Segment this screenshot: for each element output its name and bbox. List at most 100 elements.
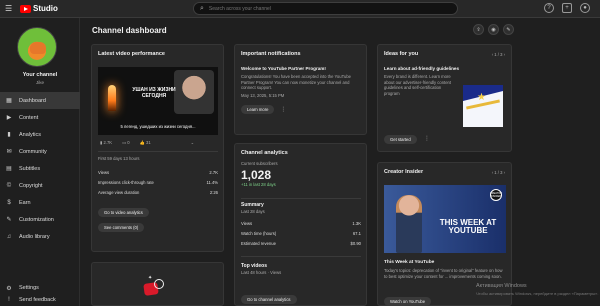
sidebar-item-audio-library[interactable]: ♫ Audio library [0, 228, 80, 245]
account-icon[interactable]: ● [580, 3, 590, 13]
period-label: First 59 days 13 hours [98, 156, 140, 161]
candle-image [108, 85, 116, 111]
dashboard-icon: ▦ [6, 98, 12, 104]
channel-handle: Jike [35, 80, 44, 85]
customization-icon: ✎ [6, 217, 12, 223]
feedback-icon: ! [8, 297, 10, 303]
sidebar-item-label: Analytics [19, 131, 42, 138]
card-title: Ideas for you [384, 51, 419, 57]
thumbnail-subtitle: 5 легенд, ушедших из жизни сегодня... [120, 124, 196, 129]
likes-stat: 👍 31 [139, 140, 151, 145]
subscribers-count: 1,028 [241, 167, 272, 182]
video-thumbnail[interactable]: УШАН ИЗ ЖИЗНИ СЕГОДНЯ 5 легенд, ушедших … [98, 67, 218, 135]
sidebar-item-settings[interactable]: ⚙ Settings [0, 282, 80, 294]
see-comments-button[interactable]: See comments (0) [98, 223, 145, 232]
card-title: Latest video performance [98, 51, 165, 57]
sidebar-item-label: Send feedback [19, 297, 56, 303]
go-live-icon[interactable]: ◉ [488, 24, 499, 35]
notifications-card: Important notifications Welcome to YouTu… [234, 44, 367, 135]
get-started-button[interactable]: Get started [384, 135, 417, 144]
upload-icon[interactable]: ⇪ [473, 24, 484, 35]
thumbs-up-icon: 👍 [139, 140, 145, 145]
chevron-down-icon[interactable]: ⌄ [191, 140, 195, 146]
page-title: Channel dashboard [92, 26, 167, 35]
sidebar-item-label: Copyright [19, 182, 43, 189]
logo-text: Studio [33, 4, 58, 13]
gear-icon: ⚙ [6, 285, 12, 292]
sidebar-item-community[interactable]: ✉ Community [0, 143, 80, 160]
analytics-icon: ▮ [7, 132, 11, 138]
sidebar-item-label: Subtitles [19, 165, 41, 172]
sidebar-item-label: Dashboard [19, 97, 46, 104]
top-videos-period: Last 48 hours · Views [241, 270, 282, 275]
creator-body: Today's topics: deprecation of "invent t… [384, 268, 503, 279]
youtube-logo-icon [20, 4, 31, 13]
latest-video-card: Latest video performance УШАН ИЗ ЖИЗНИ С… [91, 44, 224, 252]
sidebar-item-label: Earn [19, 199, 31, 206]
channel-analytics-card: Channel analytics Current subscribers 1,… [234, 143, 367, 306]
channel-name: Your channel [22, 72, 58, 78]
sidebar-item-dashboard[interactable]: ▦ Dashboard [0, 92, 80, 109]
creator-pager[interactable]: ‹ 1 / 3 › [492, 170, 505, 175]
copyright-icon: © [6, 182, 12, 189]
search-icon: ⌕ [200, 4, 204, 12]
learn-more-button[interactable]: Learn more [241, 105, 275, 114]
search-input[interactable] [208, 5, 429, 12]
creator-insider-badge: CREATOR INSIDER [490, 189, 502, 201]
creator-heading: This Week at YouTube [384, 260, 435, 265]
help-icon[interactable]: ? [544, 3, 554, 13]
sidebar-item-earn[interactable]: $ Earn [0, 194, 80, 211]
metric-row: Average view duration 2:26 [98, 190, 218, 195]
top-bar: ☰ Studio ⌕ ? + ● [0, 0, 600, 18]
more-options-icon[interactable]: ⋮ [280, 106, 286, 113]
ideas-illustration: ★ [463, 85, 503, 127]
notification-heading: Welcome to YouTube Partner Program! [241, 66, 326, 71]
bar-chart-icon: ▮ [100, 140, 103, 145]
sidebar-item-subtitles[interactable]: ▤ Subtitles [0, 160, 80, 177]
content-icon: ▶ [6, 115, 12, 121]
thumbnail-caption: УШАН ИЗ ЖИЗНИ СЕГОДНЯ [132, 87, 176, 99]
summary-row: Views 1.3K [241, 221, 361, 226]
summary-row: Estimated revenue $0.90 [241, 241, 361, 246]
sidebar-item-copyright[interactable]: © Copyright [0, 177, 80, 194]
go-to-video-analytics-button[interactable]: Go to video analytics [98, 208, 149, 217]
card-title: Channel analytics [241, 150, 288, 156]
summary-period: Last 28 days [241, 209, 265, 214]
ideas-heading: Learn about ad-friendly guidelines [384, 66, 460, 71]
notification-date: May 13, 2025, 5:15 PM [241, 92, 285, 98]
thumbnail-title: THIS WEEK AT YOUTUBE [439, 218, 497, 235]
creator-video-thumbnail[interactable]: THIS WEEK AT YOUTUBE CREATOR INSIDER [384, 185, 506, 253]
comments-stat: ▭ 0 [122, 140, 130, 145]
host-image [396, 195, 422, 253]
sidebar-item-analytics[interactable]: ▮ Analytics [0, 126, 80, 143]
metric-row: Views 2.7K [98, 170, 218, 175]
ideas-card: Ideas for you ‹ 1 / 3 › Learn about ad-f… [377, 44, 512, 152]
sidebar-item-content[interactable]: ▶ Content [0, 109, 80, 126]
create-post-icon[interactable]: ✎ [503, 24, 514, 35]
search-box[interactable]: ⌕ [193, 2, 458, 15]
menu-icon[interactable]: ☰ [5, 4, 17, 13]
ideas-pager[interactable]: ‹ 1 / 3 › [492, 52, 505, 57]
earn-icon: $ [7, 199, 11, 206]
metric-row: Impressions click-through rate 11.4% [98, 180, 218, 185]
video-stats: ▮ 2.7K ▭ 0 👍 31 ⌄ [100, 140, 194, 146]
more-options-icon[interactable]: ⋮ [424, 135, 430, 142]
ideas-body: Every brand is different. Learn more abo… [384, 74, 452, 96]
channel-avatar[interactable] [17, 27, 57, 67]
community-icon: ✉ [6, 149, 12, 155]
sidebar-item-customization[interactable]: ✎ Customization [0, 211, 80, 228]
subtitles-icon: ▤ [6, 166, 12, 172]
sidebar-item-send-feedback[interactable]: ! Send feedback [0, 294, 80, 306]
go-to-channel-analytics-button[interactable]: Go to channel analytics [241, 295, 297, 304]
summary-row: Watch time (hours) 67.1 [241, 231, 361, 236]
watch-on-youtube-button[interactable]: Watch on YouTube [384, 297, 432, 306]
sidebar-item-label: Customization [19, 216, 54, 223]
summary-title: Summary [241, 202, 264, 208]
subscribers-change: +11 in last 28 days [241, 181, 276, 187]
create-icon[interactable]: + [562, 3, 572, 13]
sidebar-item-label: Settings [19, 285, 39, 291]
top-videos-title: Top videos [241, 263, 268, 269]
studio-logo[interactable]: Studio [20, 4, 58, 13]
comment-icon: ▭ [122, 140, 127, 145]
audio-library-icon: ♫ [6, 233, 12, 240]
